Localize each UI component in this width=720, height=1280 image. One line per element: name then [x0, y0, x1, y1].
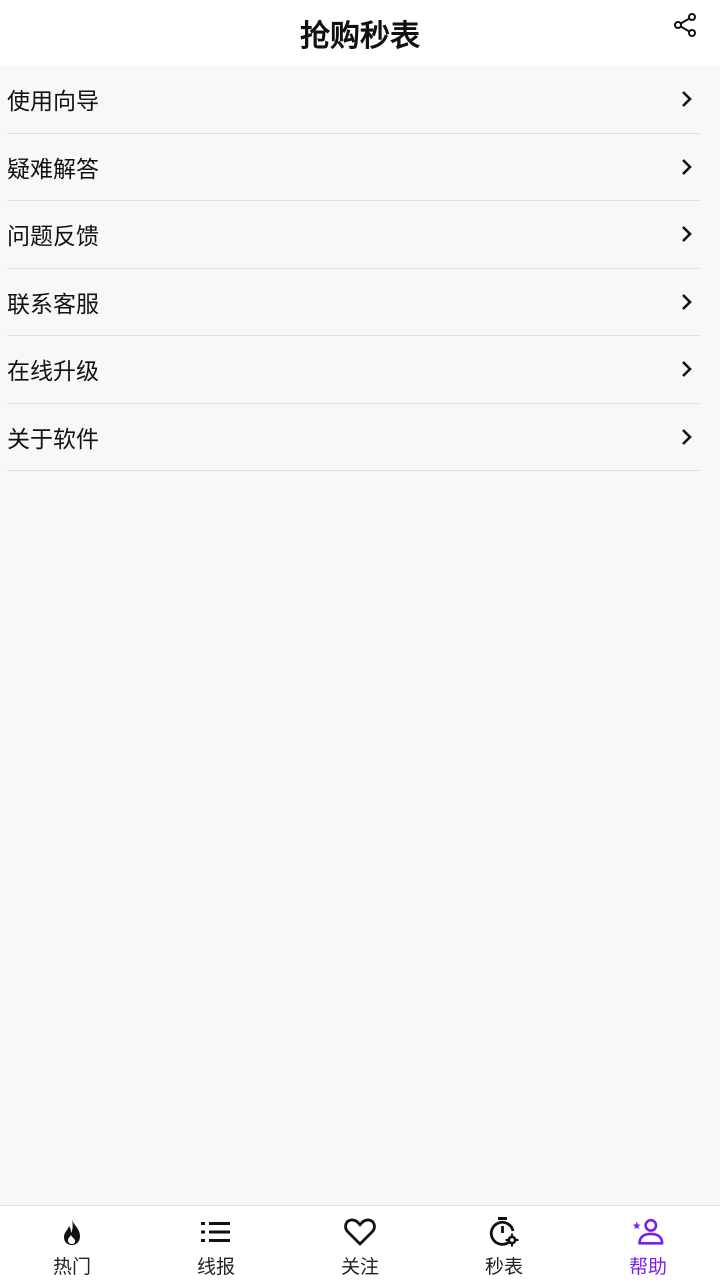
chevron-right-icon — [682, 361, 692, 378]
chevron-right-icon — [682, 226, 692, 243]
heart-icon — [344, 1216, 376, 1248]
stopwatch-icon — [488, 1216, 520, 1248]
menu-item-label: 使用向导 — [7, 89, 99, 116]
tab-label: 帮助 — [628, 1256, 667, 1278]
app-header: 抢购秒表 — [0, 0, 720, 66]
page-title: 抢购秒表 — [300, 19, 420, 54]
help-person-icon — [632, 1216, 664, 1248]
tab-label: 线报 — [196, 1256, 235, 1278]
menu-item-online-upgrade[interactable]: 在线升级 — [7, 336, 700, 404]
menu-item-feedback[interactable]: 问题反馈 — [7, 201, 700, 269]
chevron-right-icon — [682, 158, 692, 175]
list-icon — [200, 1216, 232, 1248]
menu-item-troubleshooting[interactable]: 疑难解答 — [7, 134, 700, 201]
tab-help[interactable]: 帮助 — [576, 1206, 720, 1280]
tab-hot[interactable]: 热门 — [0, 1206, 144, 1280]
chevron-right-icon — [682, 293, 692, 310]
tab-label: 秒表 — [484, 1256, 523, 1278]
menu-item-label: 联系客服 — [7, 291, 99, 318]
help-menu-list: 使用向导 疑难解答 问题反馈 联系客服 在线升级 关于软件 — [0, 66, 720, 471]
menu-item-label: 疑难解答 — [7, 156, 99, 183]
tab-stopwatch[interactable]: 秒表 — [432, 1206, 576, 1280]
tab-label: 关注 — [340, 1256, 379, 1278]
menu-item-about[interactable]: 关于软件 — [7, 404, 700, 471]
menu-item-label: 关于软件 — [7, 426, 99, 453]
tab-label: 热门 — [52, 1256, 91, 1278]
share-button[interactable] — [668, 8, 702, 42]
bottom-tab-bar: 热门 线报 关注 秒表 帮助 — [0, 1205, 720, 1280]
menu-item-guide[interactable]: 使用向导 — [7, 66, 700, 134]
tab-deals[interactable]: 线报 — [144, 1206, 288, 1280]
menu-item-label: 问题反馈 — [7, 224, 99, 251]
share-icon — [674, 13, 696, 37]
menu-item-label: 在线升级 — [7, 359, 99, 386]
menu-item-contact-support[interactable]: 联系客服 — [7, 269, 700, 336]
chevron-right-icon — [682, 428, 692, 445]
chevron-right-icon — [682, 91, 692, 108]
tab-follow[interactable]: 关注 — [288, 1206, 432, 1280]
flame-icon — [56, 1216, 88, 1248]
